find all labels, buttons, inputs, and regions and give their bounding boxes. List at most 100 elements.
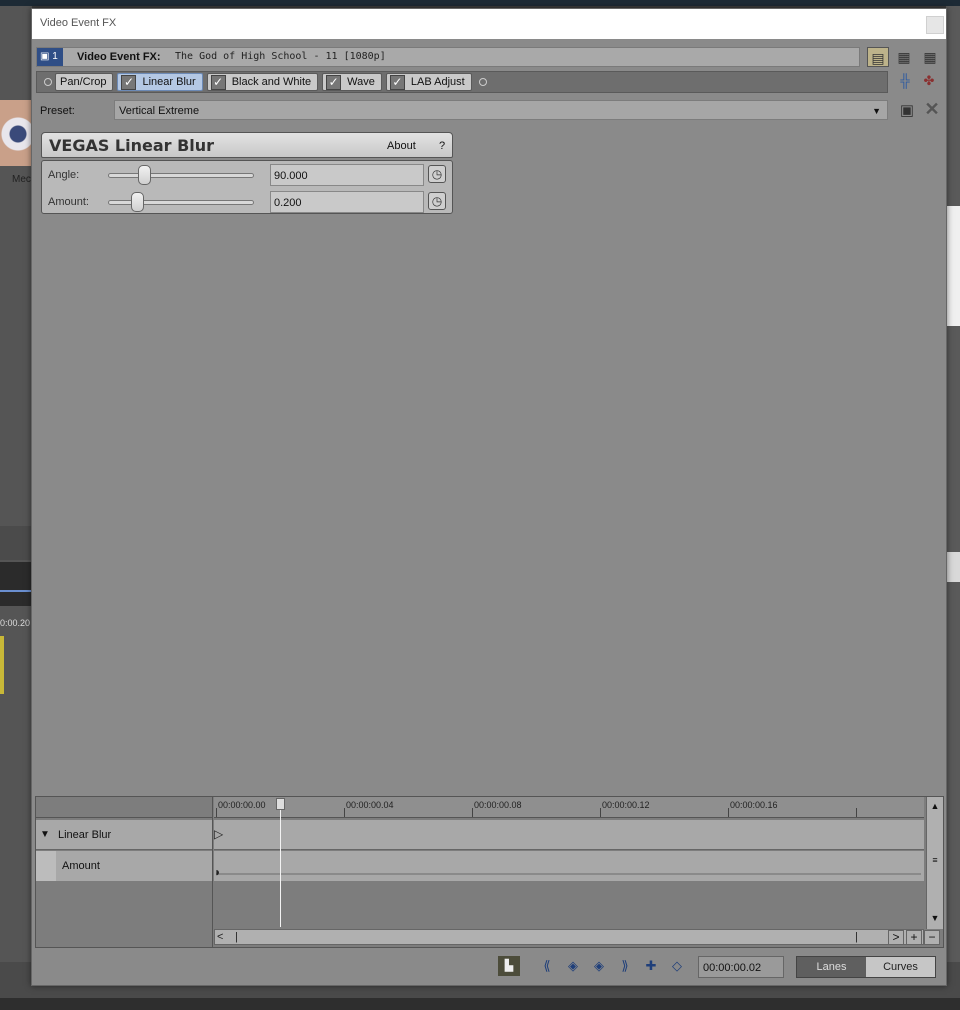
angle-slider-track[interactable] [108, 173, 254, 178]
vertical-scrollbar[interactable]: ▲ ≡ ▼ [926, 797, 943, 929]
background-right-panel [946, 6, 960, 1010]
chevron-down-icon[interactable]: ▼ [872, 106, 881, 116]
two-column-view-icon[interactable]: ▦ [893, 47, 915, 67]
scroll-thumb-right[interactable]: | [855, 930, 858, 944]
playhead-handle[interactable] [276, 798, 285, 810]
plug-in-chain-icon[interactable]: ╬ [896, 73, 914, 91]
checkbox-icon[interactable]: ✓ [210, 74, 226, 90]
preset-label: Preset: [40, 105, 75, 117]
zoom-out-icon[interactable]: − [924, 930, 940, 945]
ruler-tick-label: 00:00:00.12 [602, 800, 650, 810]
keyframe-timeline: 00:00:00.00 00:00:00.04 00:00:00.08 00:0… [214, 797, 924, 947]
playhead-line[interactable] [280, 799, 281, 927]
param-label: Amount: [48, 196, 89, 208]
plugin-title: VEGAS Linear Blur [49, 136, 215, 155]
amount-slider-thumb[interactable] [130, 192, 144, 212]
fx-header-label: Video Event FX: [77, 51, 161, 63]
keyframe-lane-amount[interactable]: ◗ [214, 851, 924, 881]
help-button[interactable]: ? [439, 140, 445, 152]
background-text [946, 552, 960, 582]
background-titlebar [0, 0, 960, 6]
preview-thumbnail [0, 100, 32, 166]
save-preset-icon[interactable]: ▣ [898, 101, 916, 119]
scroll-left-icon[interactable]: < [217, 930, 231, 944]
fx-chain-item-wave[interactable]: ✓ Wave [322, 73, 382, 91]
fx-chain-bar: Pan/Crop ✓ Linear Blur ✓ Black and White ✓… [36, 71, 888, 93]
fx-header: ▣ 1 Video Event FX: The God of High Scho… [36, 47, 860, 67]
scroll-right-icon[interactable]: > [888, 930, 904, 945]
last-keyframe-icon[interactable]: ⟫ [616, 958, 634, 976]
first-keyframe-icon[interactable]: ⟪ [538, 958, 556, 976]
track-label: Linear Blur [58, 829, 112, 841]
scroll-down-icon[interactable]: ▼ [927, 913, 943, 923]
fx-chain-item-linear-blur[interactable]: ✓ Linear Blur [117, 73, 203, 91]
fx-chain-item-lab-adjust[interactable]: ✓ LAB Adjust [385, 73, 472, 91]
track-number-badge: ▣ 1 [37, 48, 63, 66]
keyframe-marker-icon[interactable]: ◗ [214, 865, 221, 879]
previous-keyframe-icon[interactable]: ◈ [564, 958, 582, 976]
plugin-panel: VEGAS Linear Blur About ? Angle: 90.000 … [41, 132, 453, 214]
horizontal-scrollbar[interactable]: < | | [214, 929, 924, 945]
animate-icon[interactable]: ◷ [428, 192, 446, 210]
zoom-in-icon[interactable]: + [906, 930, 922, 945]
animate-icon[interactable]: ◷ [428, 165, 446, 183]
chain-start-icon [44, 78, 52, 86]
expand-triangle-icon[interactable]: ▼ [40, 829, 50, 840]
amount-slider-track[interactable] [108, 200, 254, 205]
lock-envelopes-icon[interactable]: ▙ [498, 956, 520, 976]
ruler-tick-label: 00:00:00.04 [346, 800, 394, 810]
track-label: Amount [62, 860, 100, 872]
delete-keyframe-icon[interactable]: ◇ [668, 958, 686, 976]
ruler-tick-label: 00:00:00.08 [474, 800, 522, 810]
param-label: Angle: [48, 169, 80, 181]
curves-button[interactable]: Curves [866, 957, 935, 977]
checkbox-icon[interactable]: ✓ [326, 74, 342, 90]
next-keyframe-icon[interactable]: ◈ [590, 958, 608, 976]
cursor-time-field[interactable]: 00:00:00.02 [698, 956, 784, 978]
time-ruler[interactable]: 00:00:00.00 00:00:00.04 00:00:00.08 00:0… [214, 797, 924, 818]
param-angle: Angle: 90.000 ◷ [42, 162, 452, 188]
background-label: Mec [12, 174, 31, 185]
chain-end-icon [478, 78, 487, 86]
preset-dropdown[interactable]: Vertical Extreme ▼ [114, 100, 888, 120]
dialog-title: Video Event FX [40, 17, 117, 29]
event-name: The God of High School - 11 [1080p] [175, 51, 386, 62]
checkbox-icon[interactable]: ✓ [121, 74, 137, 90]
lanes-button[interactable]: Lanes [797, 957, 866, 977]
param-amount: Amount: 0.200 ◷ [42, 189, 452, 215]
track-row-amount[interactable]: Amount [36, 851, 212, 881]
keyframe-toolbar: ▙ ⟪ ◈ ◈ ⟫ ✚ ◇ 00:00:00.02 Lanes Curves [32, 951, 946, 983]
background-left-panel: Mec 0:00.20 [0, 6, 32, 1010]
background-clip [0, 636, 4, 694]
single-column-view-icon[interactable]: ▤ [867, 47, 889, 67]
grid-view-icon[interactable]: ▦ [919, 47, 941, 67]
about-button[interactable]: About [387, 140, 416, 152]
keyframe-lane-linear-blur[interactable]: ▷ [214, 820, 924, 850]
scroll-up-icon[interactable]: ▲ [927, 801, 943, 811]
view-toggle: Lanes Curves [796, 956, 936, 978]
background-timeline-marker [0, 590, 32, 592]
fx-chain-item-black-and-white[interactable]: ✓ Black and White [206, 73, 319, 91]
plugin-params: Angle: 90.000 ◷ Amount: 0.200 ◷ [41, 160, 453, 214]
dialog-titlebar[interactable]: Video Event FX [32, 9, 946, 39]
preset-row: Preset: Vertical Extreme ▼ ▣ ✕ [36, 99, 940, 121]
track-row-linear-blur[interactable]: ▼ Linear Blur [36, 820, 212, 850]
close-icon[interactable] [926, 16, 944, 34]
checkbox-icon[interactable]: ✓ [389, 74, 405, 90]
video-event-fx-dialog: Video Event FX ▣ 1 Video Event FX: The G… [31, 8, 947, 986]
scroll-grip-icon[interactable]: ≡ [927, 855, 943, 865]
scroll-thumb-left[interactable]: | [235, 930, 238, 944]
keyframe-marker-icon[interactable]: ▷ [214, 827, 223, 841]
angle-slider-thumb[interactable] [138, 165, 151, 185]
plugin-header: VEGAS Linear Blur About ? [41, 132, 453, 158]
amount-value-field[interactable]: 0.200 [270, 191, 424, 213]
ruler-tick-label: 00:00:00.16 [730, 800, 778, 810]
background-time: 0:00.20 [0, 618, 31, 628]
fx-chain-item-pan-crop[interactable]: Pan/Crop [55, 73, 114, 91]
preset-value: Vertical Extreme [119, 105, 200, 117]
add-keyframe-icon[interactable]: ✚ [642, 958, 660, 976]
angle-value-field[interactable]: 90.000 [270, 164, 424, 186]
delete-preset-icon[interactable]: ✕ [922, 99, 942, 119]
background-timeline [0, 562, 32, 606]
remove-plugin-icon[interactable]: ✤ [920, 73, 938, 91]
